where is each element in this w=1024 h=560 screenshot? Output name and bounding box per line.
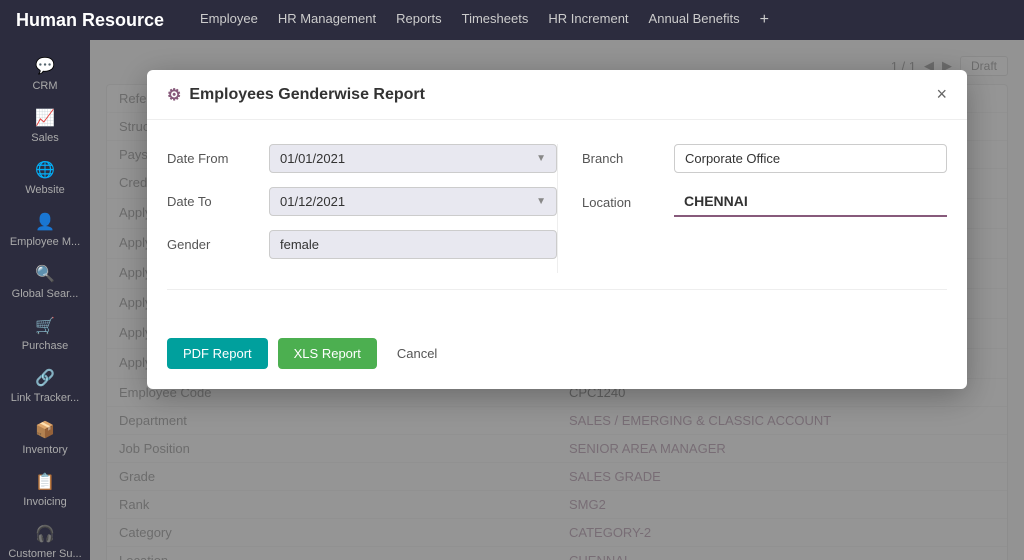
branch-row: Branch Corporate Office [582, 144, 947, 173]
sidebar-item-inventory[interactable]: 📦 Inventory [0, 412, 90, 464]
date-from-value: 01/01/2021 [280, 151, 345, 166]
sidebar: 💬 CRM 📈 Sales 🌐 Website 👤 Employee M... … [0, 40, 90, 560]
sidebar-label-invoicing: Invoicing [23, 496, 66, 508]
modal-body: Date From 01/01/2021 ▼ Date To [147, 120, 967, 330]
date-to-wrap: 01/12/2021 ▼ [269, 187, 557, 216]
modal-footer: PDF Report XLS Report Cancel [147, 330, 967, 389]
sidebar-label-support: Customer Su... [8, 548, 81, 560]
gender-select[interactable]: female male other [269, 230, 557, 259]
crm-icon: 💬 [35, 56, 55, 76]
nav-timesheets[interactable]: Timesheets [462, 11, 529, 29]
search-icon: 🔍 [35, 264, 55, 284]
inventory-icon: 📦 [35, 420, 55, 440]
support-icon: 🎧 [35, 524, 55, 544]
date-from-wrap: 01/01/2021 ▼ [269, 144, 557, 173]
nav-add-icon[interactable]: + [760, 11, 769, 29]
gender-label: Gender [167, 237, 257, 252]
app-brand: Human Resource [16, 10, 176, 31]
branch-wrap: Corporate Office [674, 144, 947, 173]
pdf-report-button[interactable]: PDF Report [167, 338, 268, 369]
sidebar-label-employee: Employee M... [10, 236, 80, 248]
modal-close-button[interactable]: × [936, 84, 947, 105]
purchase-icon: 🛒 [35, 316, 55, 336]
modal-left-col: Date From 01/01/2021 ▼ Date To [167, 144, 557, 273]
modal-right-col: Branch Corporate Office Location CHENNA [557, 144, 947, 273]
modal-overlay: ⚙ Employees Genderwise Report × Date Fro… [90, 40, 1024, 560]
sidebar-label-website: Website [25, 184, 65, 196]
sidebar-label-search: Global Sear... [12, 288, 79, 300]
sidebar-item-employee[interactable]: 👤 Employee M... [0, 204, 90, 256]
date-from-row: Date From 01/01/2021 ▼ [167, 144, 557, 173]
modal-title-text: Employees Genderwise Report [189, 86, 425, 104]
location-row: Location CHENNAI [582, 187, 947, 217]
location-label: Location [582, 195, 662, 210]
date-from-input[interactable]: 01/01/2021 ▼ [269, 144, 557, 173]
nav-reports[interactable]: Reports [396, 11, 442, 29]
date-from-chevron: ▼ [536, 153, 546, 164]
sidebar-label-inventory: Inventory [22, 444, 67, 456]
nav-employee[interactable]: Employee [200, 11, 258, 29]
sidebar-item-invoicing[interactable]: 📋 Invoicing [0, 464, 90, 516]
sidebar-label-link: Link Tracker... [11, 392, 79, 404]
nav-hr-increment[interactable]: HR Increment [548, 11, 628, 29]
sidebar-item-customer-support[interactable]: 🎧 Customer Su... [0, 516, 90, 560]
gender-wrap: female male other [269, 230, 557, 259]
branch-label: Branch [582, 151, 662, 166]
date-to-input[interactable]: 01/12/2021 ▼ [269, 187, 557, 216]
xls-report-button[interactable]: XLS Report [278, 338, 377, 369]
nav-items: Employee HR Management Reports Timesheet… [200, 11, 769, 29]
modal-title: ⚙ Employees Genderwise Report [167, 85, 425, 105]
date-to-row: Date To 01/12/2021 ▼ [167, 187, 557, 216]
date-to-value: 01/12/2021 [280, 194, 345, 209]
modal-divider [167, 289, 947, 290]
sidebar-item-global-search[interactable]: 🔍 Global Sear... [0, 256, 90, 308]
sidebar-item-purchase[interactable]: 🛒 Purchase [0, 308, 90, 360]
branch-select[interactable]: Corporate Office [674, 144, 947, 173]
sidebar-item-link-tracker[interactable]: 🔗 Link Tracker... [0, 360, 90, 412]
sidebar-item-sales[interactable]: 📈 Sales [0, 100, 90, 152]
sidebar-label-purchase: Purchase [22, 340, 68, 352]
invoicing-icon: 📋 [35, 472, 55, 492]
nav-annual-benefits[interactable]: Annual Benefits [649, 11, 740, 29]
modal-title-icon: ⚙ [167, 85, 181, 105]
link-icon: 🔗 [35, 368, 55, 388]
nav-hr-management[interactable]: HR Management [278, 11, 376, 29]
sidebar-label-crm: CRM [32, 80, 57, 92]
date-to-label: Date To [167, 194, 257, 209]
location-select[interactable]: CHENNAI [674, 187, 947, 217]
sidebar-item-crm[interactable]: 💬 CRM [0, 48, 90, 100]
website-icon: 🌐 [35, 160, 55, 180]
sidebar-label-sales: Sales [31, 132, 59, 144]
date-to-chevron: ▼ [536, 196, 546, 207]
location-wrap: CHENNAI [674, 187, 947, 217]
employee-icon: 👤 [35, 212, 55, 232]
modal-header: ⚙ Employees Genderwise Report × [147, 70, 967, 120]
date-from-label: Date From [167, 151, 257, 166]
navbar: Human Resource Employee HR Management Re… [0, 0, 1024, 40]
sidebar-item-website[interactable]: 🌐 Website [0, 152, 90, 204]
gender-row: Gender female male other [167, 230, 557, 259]
cancel-button[interactable]: Cancel [387, 338, 447, 369]
sales-icon: 📈 [35, 108, 55, 128]
genderwise-report-modal: ⚙ Employees Genderwise Report × Date Fro… [147, 70, 967, 389]
